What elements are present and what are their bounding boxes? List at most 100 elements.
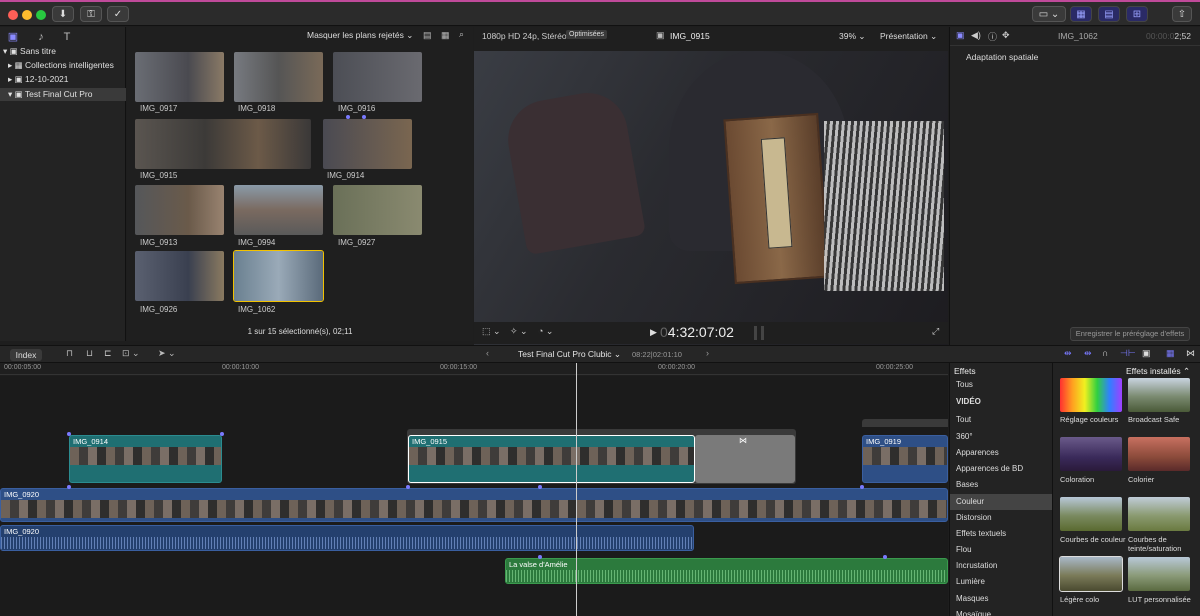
effect-category[interactable]: Lumière — [950, 574, 1052, 590]
effect-thumbnail[interactable] — [1128, 497, 1190, 531]
effect-category[interactable]: 360° — [950, 429, 1052, 445]
timeline-ruler[interactable]: 00:00:05:00 00:00:10:00 00:00:15:00 00:0… — [0, 363, 948, 375]
clip-thumbnail[interactable] — [234, 52, 323, 102]
effect-label: Broadcast Safe — [1128, 415, 1180, 424]
workspace-menu-button[interactable]: ▭ ⌄ — [1032, 6, 1066, 22]
clip-appearance-icon[interactable]: ▣ — [1142, 348, 1151, 359]
speed-icon[interactable]: ◔ ⌄ — [538, 326, 553, 337]
playhead[interactable] — [576, 363, 577, 616]
append-clip-icon[interactable]: ⊏ — [104, 348, 112, 359]
clip-thumbnail[interactable] — [333, 185, 422, 235]
clip-thumbnail[interactable] — [135, 251, 224, 301]
skimming-icon[interactable]: ⇹ — [1064, 348, 1072, 359]
effect-category[interactable]: Masques — [950, 591, 1052, 607]
play-button[interactable]: ▶ — [650, 327, 657, 338]
save-preset-button[interactable]: Enregistrer le préréglage d'effets — [1070, 327, 1190, 341]
minimize-window-button[interactable] — [22, 10, 32, 20]
back-arrow-icon[interactable]: ‹ — [486, 348, 489, 358]
headphones-icon[interactable]: ∩ — [1102, 348, 1108, 358]
library-item-smart-collections[interactable]: ▸ ▦ Collections intelligentes — [0, 59, 126, 72]
installed-effects-dropdown[interactable]: Effets installés ⌃ — [1126, 366, 1190, 377]
effect-thumbnail[interactable] — [1128, 378, 1190, 412]
timeline-toggle-button[interactable]: ▤ — [1098, 6, 1120, 22]
zoom-dropdown[interactable]: 39% ⌄ — [839, 31, 866, 42]
library-item-event-date[interactable]: ▸ ▣ 12-10-2021 — [0, 73, 126, 86]
effect-thumbnail-selected[interactable] — [1059, 556, 1123, 592]
audio-clip[interactable]: IMG_0920 — [0, 525, 694, 551]
audio-inspector-icon[interactable]: ◀) — [971, 30, 981, 41]
effect-thumbnail[interactable] — [1128, 437, 1190, 471]
effect-category[interactable]: Tout — [950, 412, 1052, 428]
effect-thumbnail[interactable] — [1128, 557, 1190, 591]
background-tasks-button[interactable]: ✓ — [107, 6, 129, 22]
library-item-sans-titre[interactable]: ▾ ▣ Sans titre — [0, 45, 126, 58]
effects-divider — [1052, 363, 1053, 616]
project-dropdown[interactable]: Test Final Cut Pro Clubic ⌄ — [518, 349, 621, 360]
video-inspector-icon[interactable]: ▣ — [956, 30, 965, 41]
overwrite-clip-icon[interactable]: ⊡ ⌄ — [122, 348, 140, 359]
effect-category[interactable]: Tous — [950, 377, 1052, 393]
connected-clip[interactable]: IMG_0919 — [862, 435, 948, 483]
effect-thumbnail[interactable] — [1060, 437, 1122, 471]
transform-icon[interactable]: ⬚ ⌄ — [482, 326, 501, 337]
video-frame[interactable] — [474, 51, 948, 345]
filter-dropdown[interactable]: Masquer les plans rejetés ⌄ — [307, 30, 413, 41]
libraries-icon[interactable]: ▣ — [6, 31, 20, 43]
keywords-button[interactable]: ⚿ — [80, 6, 102, 22]
close-window-button[interactable] — [8, 10, 18, 20]
timeline-area[interactable]: IMG_0914 IMG_0915 ⋈ IMG_0919 IMG_0920 IM… — [0, 363, 948, 616]
fullscreen-icon[interactable]: ⤢ — [932, 326, 939, 337]
accordion-plate — [760, 137, 793, 249]
audio-skimming-icon[interactable]: ⇹ — [1084, 348, 1092, 359]
effect-category[interactable]: Apparences — [950, 445, 1052, 461]
music-clip[interactable]: La valse d'Amélie — [505, 558, 948, 584]
list-view-icon[interactable]: ▤ — [423, 30, 432, 41]
effect-category[interactable]: Mosaïque — [950, 607, 1052, 616]
insert-clip-icon[interactable]: ⊔ — [86, 348, 93, 359]
browser-toggle-button[interactable]: ▦ — [1070, 6, 1092, 22]
clip-thumbnail[interactable] — [135, 185, 224, 235]
clip-thumbnail[interactable] — [333, 52, 422, 102]
zoom-window-button[interactable] — [36, 10, 46, 20]
clip-thumbnail-selected[interactable] — [233, 250, 324, 302]
import-button[interactable]: ⬇ — [52, 6, 74, 22]
primary-clip[interactable]: IMG_0920 — [0, 488, 948, 522]
clip-thumbnail[interactable] — [234, 185, 323, 235]
info-icon[interactable]: ⓘ — [988, 30, 997, 43]
transitions-browser-icon[interactable]: ⋈ — [1186, 348, 1195, 359]
effect-category[interactable]: Bases — [950, 477, 1052, 493]
enhance-icon[interactable]: ✧ ⌄ — [510, 326, 528, 337]
keyframe-dot — [538, 485, 542, 489]
library-item-test-final-cut[interactable]: ▾ ▣ Test Final Cut Pro — [0, 88, 126, 101]
timecode-display[interactable]: 04:32:07:02 — [660, 324, 734, 340]
forward-arrow-icon[interactable]: › — [706, 348, 709, 358]
connect-clip-icon[interactable]: ⊓ — [66, 348, 73, 359]
transition-clip[interactable]: ⋈ — [695, 435, 795, 483]
connected-clip-selected[interactable]: IMG_0915 — [408, 435, 695, 483]
transform-inspector-icon[interactable]: ✥ — [1002, 30, 1010, 41]
share-button[interactable]: ⇧ — [1172, 6, 1192, 22]
photos-audio-icon[interactable]: ♪ — [34, 31, 48, 43]
effect-thumbnail[interactable] — [1060, 497, 1122, 531]
search-icon[interactable]: ⌕ — [459, 29, 464, 40]
snapping-icon[interactable]: ⊣⊢ — [1120, 348, 1136, 359]
select-tool-icon[interactable]: ➤ ⌄ — [158, 348, 176, 359]
connected-clip[interactable]: IMG_0914 — [69, 435, 222, 483]
effect-category[interactable]: Apparences de BD — [950, 461, 1052, 477]
inspector-toggle-button[interactable]: ⊞ — [1126, 6, 1148, 22]
effect-category-selected[interactable]: Couleur — [950, 494, 1052, 510]
index-button[interactable]: Index — [10, 349, 42, 361]
clip-appearance-icon[interactable]: ▦ — [441, 30, 450, 41]
effect-category[interactable]: Flou — [950, 542, 1052, 558]
clip-thumbnail[interactable] — [135, 52, 224, 102]
effects-browser-icon[interactable]: ▦ — [1166, 348, 1175, 359]
effect-thumbnail[interactable] — [1060, 378, 1122, 412]
clip-thumbnail[interactable] — [323, 119, 412, 169]
titles-generators-icon[interactable]: T — [60, 31, 74, 43]
clip-thumbnail-wide[interactable] — [135, 119, 311, 169]
ruler-tick: 00:00:05:00 — [4, 364, 41, 371]
presentation-dropdown[interactable]: Présentation ⌄ — [880, 31, 937, 42]
effect-category[interactable]: Incrustation — [950, 558, 1052, 574]
effect-category[interactable]: Distorsion — [950, 510, 1052, 526]
effect-category[interactable]: Effets textuels — [950, 526, 1052, 542]
